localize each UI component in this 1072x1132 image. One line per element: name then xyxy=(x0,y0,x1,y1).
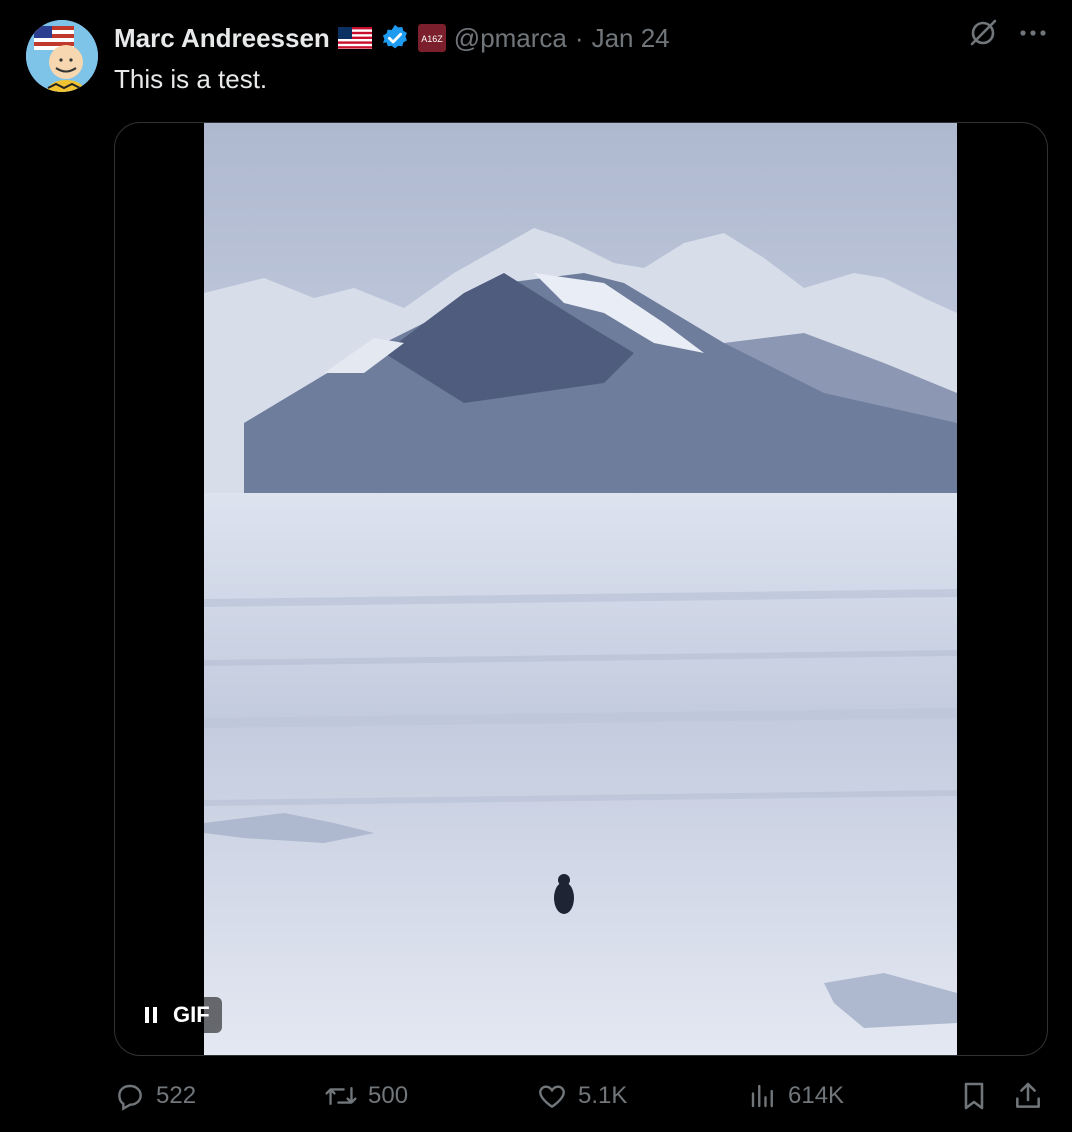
share-button[interactable] xyxy=(1012,1074,1044,1118)
grok-icon[interactable] xyxy=(968,18,998,48)
views-count: 614K xyxy=(788,1082,845,1109)
avatar-image xyxy=(26,20,98,92)
like-icon xyxy=(536,1080,568,1112)
reply-button[interactable]: 522 xyxy=(114,1074,196,1118)
avatar[interactable] xyxy=(26,20,98,92)
gif-media[interactable] xyxy=(204,123,957,1055)
us-flag-icon xyxy=(337,27,372,49)
post-date[interactable]: Jan 24 xyxy=(592,23,670,54)
repost-count: 500 xyxy=(368,1082,409,1109)
like-button[interactable]: 5.1K xyxy=(536,1074,627,1118)
affiliate-badge-text: A16Z xyxy=(421,34,443,44)
repost-icon xyxy=(324,1080,358,1112)
action-bar: 522 500 5.1K 614K xyxy=(114,1074,1046,1118)
more-icon[interactable] xyxy=(1018,28,1048,38)
gif-label: GIF xyxy=(173,1002,210,1027)
share-icon xyxy=(1012,1079,1044,1113)
views-icon xyxy=(748,1080,778,1112)
post-top-actions xyxy=(968,18,1048,48)
media-container[interactable]: GIF xyxy=(114,122,1048,1056)
reply-icon xyxy=(114,1080,146,1112)
gif-badge[interactable]: GIF xyxy=(133,997,222,1033)
views-button[interactable]: 614K xyxy=(748,1074,844,1118)
header-separator: · xyxy=(574,22,584,53)
bookmark-icon xyxy=(958,1079,990,1113)
post-header: Marc Andreessen A16Z @pmarca · Jan 24 xyxy=(114,20,670,56)
like-count: 5.1K xyxy=(578,1082,628,1109)
post-text: This is a test. xyxy=(114,64,268,94)
reply-count: 522 xyxy=(156,1082,197,1109)
author-name[interactable]: Marc Andreessen xyxy=(114,23,330,54)
pause-icon[interactable] xyxy=(145,1007,157,1023)
author-handle[interactable]: @pmarca xyxy=(454,23,567,54)
verified-badge-icon[interactable] xyxy=(380,23,410,53)
bookmark-button[interactable] xyxy=(958,1074,990,1118)
affiliate-badge[interactable]: A16Z xyxy=(417,24,446,52)
repost-button[interactable]: 500 xyxy=(324,1074,408,1118)
